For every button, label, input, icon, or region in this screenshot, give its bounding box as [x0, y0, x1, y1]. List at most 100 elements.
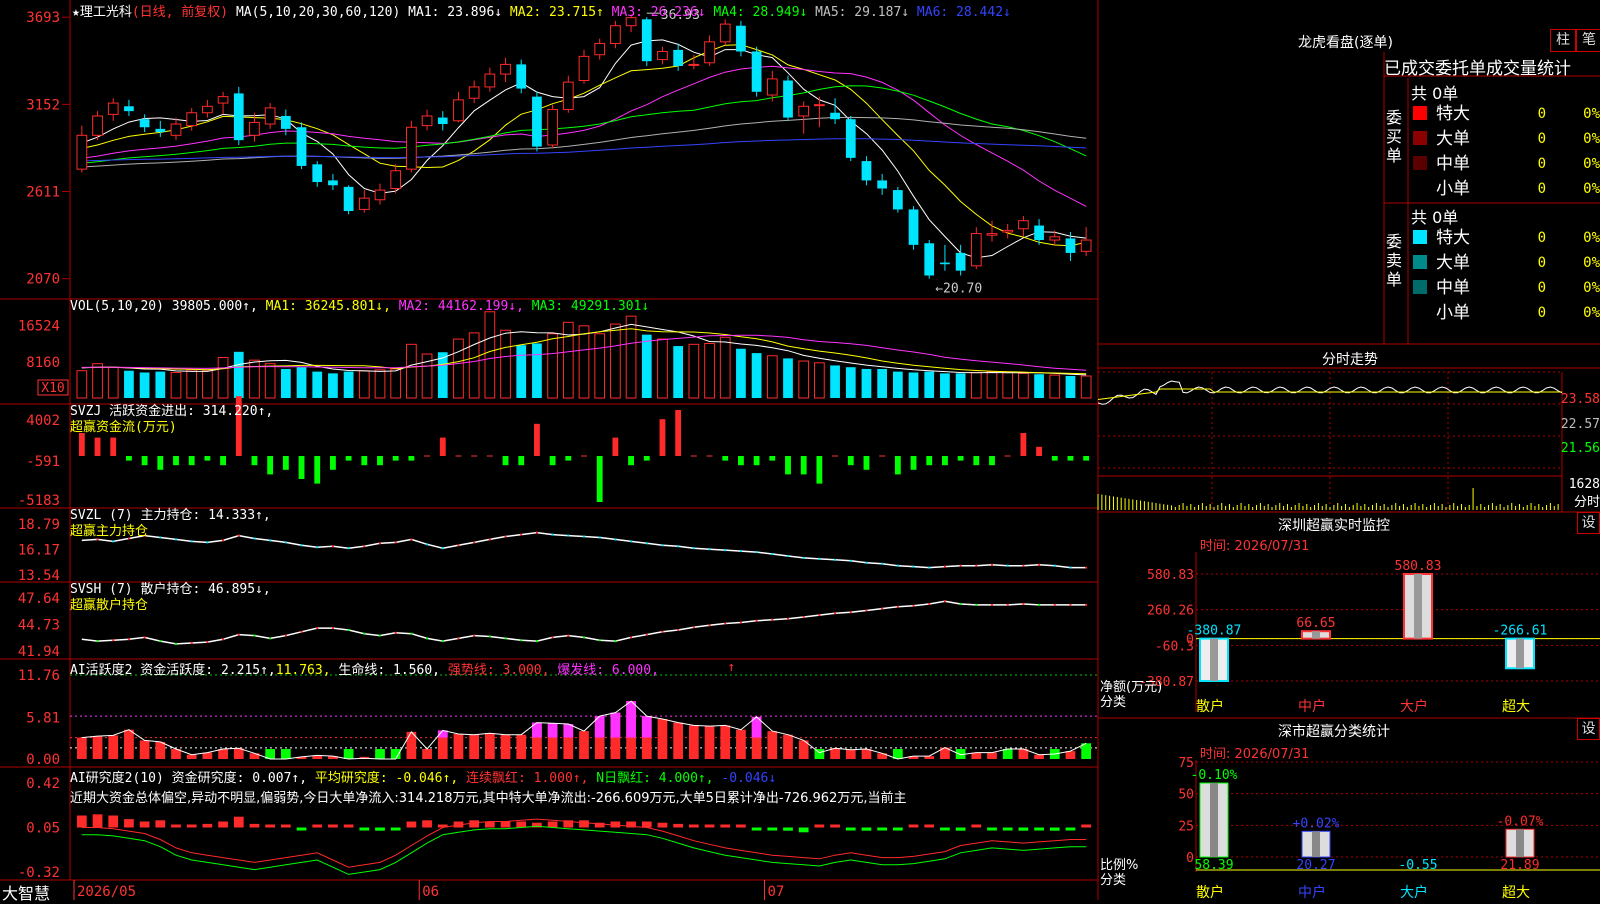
sell-row-pct: 0%: [1583, 230, 1600, 246]
ai1-bar: [139, 740, 150, 759]
vol-axis-label: 8160: [26, 355, 60, 371]
candle-body-down: [861, 161, 872, 181]
sz-class-xlabel: 分类: [1100, 873, 1127, 888]
vol-label: VOL(5,10,20) 39805.000↑,: [70, 299, 258, 314]
svzj-bar-out: [722, 456, 729, 461]
candle-body-up: [500, 63, 511, 75]
svsh-axis-label: 47.64: [18, 591, 60, 607]
ai2-bar-green: [1049, 827, 1060, 831]
intraday-title[interactable]: 分时走势: [1322, 349, 1378, 369]
svzj-bar-out: [267, 456, 274, 475]
ai1-bar-burst: [641, 716, 652, 738]
vol-ma3: MA3: 49291.301↓: [531, 299, 650, 314]
volume-bar-up: [390, 368, 402, 399]
ai2-bar-green: [375, 827, 385, 831]
chart-canvas[interactable]: 369331522611207036.93←20.70165248160X104…: [0, 0, 1600, 900]
ai1-bar: [484, 733, 495, 759]
candle-body-up: [704, 41, 715, 64]
svzj-bar-out: [220, 456, 226, 466]
svzl-point: [1085, 566, 1088, 569]
sz-class-settings-button[interactable]: 设: [1577, 718, 1600, 740]
svsh-point: [96, 640, 99, 643]
svzl-point: [520, 533, 523, 536]
volume-bar-down: [328, 373, 338, 398]
sell-color-swatch: [1413, 280, 1427, 294]
svzj-bar-out: [973, 456, 980, 466]
svzj-bar-out: [314, 456, 321, 484]
ai1-burst: 爆发线: 6.000,: [557, 663, 659, 678]
svsh-point: [222, 638, 225, 641]
candle-body-up: [249, 121, 260, 136]
buy-total: 共 0单: [1411, 84, 1459, 103]
buy-row-name: 小单: [1436, 179, 1470, 199]
volume-bar-down: [751, 353, 762, 398]
svzj-bar-in: [534, 423, 540, 456]
ai2-axis-label: 0.05: [26, 821, 60, 837]
ai2-bar-red: [76, 815, 87, 828]
buy-orders-label: 委买单: [1386, 108, 1403, 165]
svzl-point: [1006, 564, 1009, 567]
ma2-value: MA2: 23.715↑: [509, 5, 604, 20]
svzj-bar-out: [643, 456, 650, 461]
svzl-point: [410, 538, 413, 541]
sz-monitor-settings-button[interactable]: 设: [1577, 512, 1600, 534]
candle-body-down: [532, 96, 542, 147]
svzj-bar-out: [847, 456, 854, 466]
svzl-point: [1022, 564, 1025, 567]
volume-bar-down: [861, 368, 872, 398]
right-panel-title: 龙虎看盘(逐单): [1298, 35, 1393, 51]
volume-bar-down: [516, 345, 527, 398]
ai2-bar-red: [312, 824, 323, 828]
ai2-bar-red: [641, 821, 652, 828]
vol-ma2: MA2: 44162.199↓,: [398, 299, 524, 314]
ai1-bar: [422, 749, 432, 759]
svsh-point: [959, 602, 962, 605]
candle-body-up: [688, 63, 700, 66]
svzj-bar-in: [659, 419, 666, 456]
sz-class-bottom-label: 58.39: [1194, 858, 1233, 873]
svsh-point: [520, 639, 523, 642]
svsh-point: [284, 634, 287, 637]
volume-bar-up: [766, 355, 778, 399]
ai2-green-line: [81, 825, 1087, 875]
ma6-value: MA6: 28.442↓: [916, 5, 1011, 20]
brand-label: 大智慧: [2, 884, 51, 903]
svzl-label: SVZL (7) 主力持仓: 14.333↑,: [70, 508, 271, 523]
svzl-point: [1069, 566, 1072, 569]
svsh-point: [535, 640, 538, 643]
sz-monitor-value-label: -380.87: [1187, 624, 1242, 639]
svzj-bar-out: [392, 456, 399, 461]
candle-body-down: [233, 93, 244, 141]
volume-bar-up: [578, 325, 590, 399]
ai1-bar: [579, 731, 589, 759]
volume-bar-up: [92, 363, 103, 399]
buy-row-count: 0: [1538, 156, 1546, 172]
candle-body-up: [358, 197, 370, 210]
ai1-bar: [186, 754, 197, 759]
svsh-point: [143, 636, 146, 639]
ma5-value: MA5: 29.187↓: [815, 5, 910, 20]
volume-bar-up: [249, 359, 260, 399]
buy-row-name: 大单: [1436, 129, 1470, 149]
order-stats-tabs[interactable]: 已成交委托单成交量统计: [1384, 54, 1600, 79]
price-axis-label: 3693: [26, 10, 60, 26]
svsh-point: [1022, 602, 1025, 605]
stock-name[interactable]: ★理工光科: [72, 5, 132, 20]
svsh-sub: 超赢散户持仓: [70, 598, 149, 613]
svsh-point: [724, 622, 727, 625]
sz-class-category: 中户: [1298, 884, 1326, 900]
date-axis-label: 07: [767, 884, 784, 900]
ai2-bar-red: [814, 824, 825, 828]
sz-class-axis-label: 50: [1178, 788, 1194, 803]
svzl-point: [1038, 563, 1041, 566]
ai2-bar-green: [1002, 827, 1013, 831]
bar-mode-button[interactable]: 柱: [1550, 29, 1576, 52]
svzl-point: [661, 544, 664, 547]
tick-mode-button[interactable]: 笔: [1576, 29, 1600, 52]
volume-bar-down: [280, 368, 291, 398]
ai2-bar-green: [359, 827, 370, 831]
volume-bar-down: [343, 371, 354, 398]
vol-unit-label: X10: [41, 381, 64, 396]
sell-row-name: 大单: [1436, 253, 1470, 273]
volume-bar-down: [312, 371, 323, 398]
